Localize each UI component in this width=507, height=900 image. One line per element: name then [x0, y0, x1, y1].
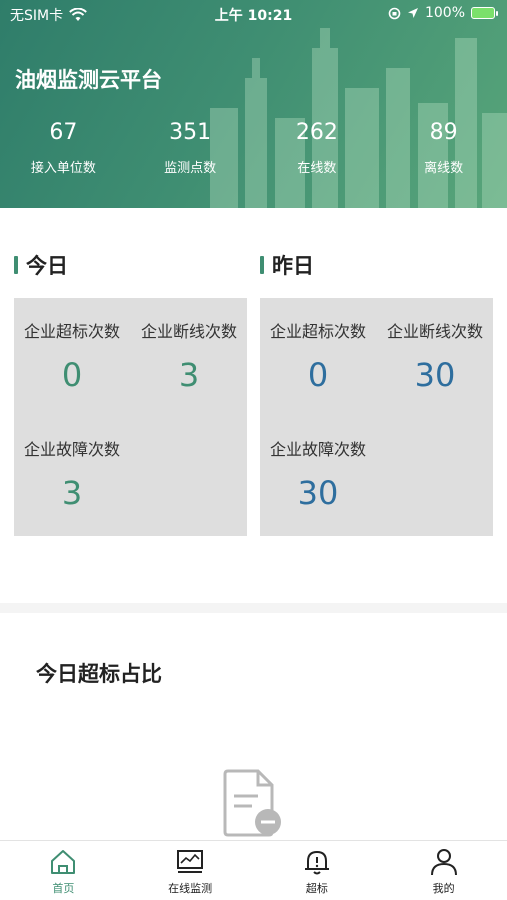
- tab-label: 在线监测: [168, 882, 213, 895]
- over-label: 企业超标次数: [23, 322, 120, 341]
- stat-value: 89: [429, 120, 458, 145]
- stat-label: 在线数: [297, 161, 337, 176]
- stat-online: 262 在线数: [254, 120, 381, 176]
- summary-stats: 67 接入单位数 351 监测点数 262 在线数 89 离线数: [0, 120, 507, 176]
- fault-label: 企业故障次数: [23, 440, 120, 459]
- tab-over-standard[interactable]: 超标: [254, 841, 381, 900]
- home-icon: [51, 850, 76, 874]
- yesterday-section-title: 昨日: [260, 250, 314, 280]
- battery-percent: 100%: [424, 5, 465, 21]
- monitor-icon: [177, 850, 204, 873]
- header-banner: 无SIM卡 上午 10:21 100% 油烟监测云平台 67 接入单位数 351…: [0, 0, 507, 208]
- tab-home[interactable]: 首页: [0, 841, 127, 900]
- tab-label: 首页: [52, 882, 75, 895]
- stat-label: 离线数: [424, 161, 464, 176]
- today-offline-cell: 企业断线次数 3: [131, 318, 247, 394]
- fault-value: 3: [61, 474, 83, 512]
- offline-value: 3: [178, 356, 200, 394]
- fault-value: 30: [297, 474, 339, 512]
- section-divider: [0, 603, 507, 613]
- today-over-cell: 企业超标次数 0: [14, 318, 130, 394]
- yesterday-panel: 企业超标次数 0 企业断线次数 30 企业故障次数 30: [260, 298, 493, 536]
- yesterday-fault-cell: 企业故障次数 30: [260, 436, 376, 512]
- stat-value: 262: [295, 120, 338, 145]
- offline-label: 企业断线次数: [140, 322, 237, 341]
- offline-value: 30: [414, 356, 456, 394]
- bell-alert-icon: [304, 851, 329, 875]
- over-value: 0: [307, 356, 329, 394]
- status-bar: 无SIM卡 上午 10:21 100%: [0, 0, 507, 28]
- chart-title: 今日超标占比: [36, 662, 162, 686]
- battery-icon: [471, 7, 498, 19]
- stat-label: 监测点数: [164, 161, 217, 176]
- today-fault-cell: 企业故障次数 3: [14, 436, 130, 512]
- user-icon: [430, 849, 457, 876]
- tab-mine[interactable]: 我的: [380, 841, 507, 900]
- yesterday-over-cell: 企业超标次数 0: [260, 318, 376, 394]
- orientation-lock-icon: [388, 7, 401, 19]
- yesterday-offline-cell: 企业断线次数 30: [377, 318, 493, 394]
- no-data-document-icon: [223, 769, 281, 837]
- stat-offline: 89 离线数: [380, 120, 507, 176]
- yesterday-title-text: 昨日: [272, 254, 314, 278]
- tab-label: 超标: [305, 882, 328, 895]
- over-label: 企业超标次数: [269, 322, 366, 341]
- section-accent-bar: [260, 256, 264, 274]
- city-skyline-decoration: [210, 28, 507, 208]
- location-arrow-icon: [407, 8, 418, 18]
- stat-label: 接入单位数: [30, 161, 96, 176]
- bottom-tab-bar: 首页 在线监测 超标 我的: [0, 840, 507, 900]
- today-title-text: 今日: [26, 254, 68, 278]
- stat-value: 351: [169, 120, 212, 145]
- tab-online-monitor[interactable]: 在线监测: [127, 841, 254, 900]
- stat-value: 67: [49, 120, 78, 145]
- fault-label: 企业故障次数: [269, 440, 366, 459]
- today-panel: 企业超标次数 0 企业断线次数 3 企业故障次数 3: [14, 298, 247, 536]
- section-accent-bar: [14, 256, 18, 274]
- today-section-title: 今日: [14, 250, 68, 280]
- page-title: 油烟监测云平台: [15, 68, 162, 92]
- tab-label: 我的: [432, 882, 455, 895]
- offline-label: 企业断线次数: [386, 322, 483, 341]
- stat-units: 67 接入单位数: [0, 120, 127, 176]
- over-value: 0: [61, 356, 83, 394]
- stat-points: 351 监测点数: [127, 120, 254, 176]
